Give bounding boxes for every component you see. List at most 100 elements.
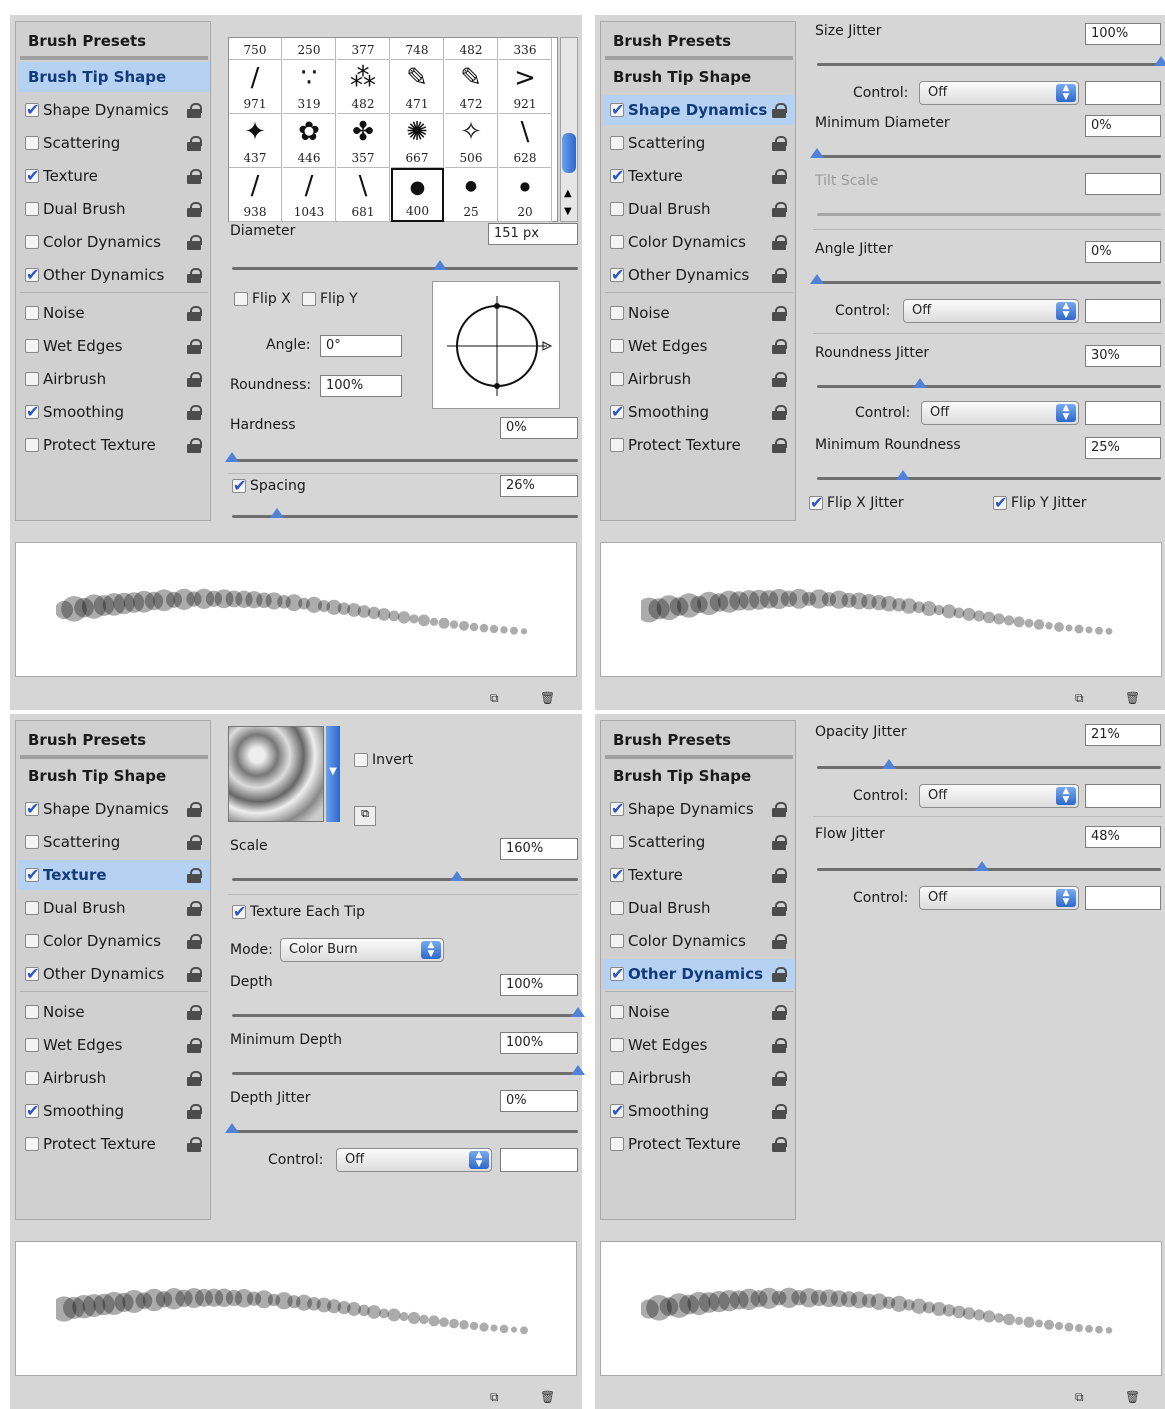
brush-tip-20[interactable]: ● 20 bbox=[499, 168, 552, 222]
checkbox[interactable] bbox=[25, 1038, 39, 1052]
lock-icon[interactable] bbox=[186, 305, 202, 321]
mode-dropdown[interactable]: Color Burn ▲ ▼ bbox=[280, 938, 444, 962]
sidebar-item-noise[interactable]: Noise bbox=[603, 298, 795, 328]
spacing-slider-thumb[interactable] bbox=[269, 508, 284, 518]
opacity-jitter-slider[interactable] bbox=[817, 759, 1161, 769]
sidebar-item-texture[interactable]: Texture bbox=[18, 161, 210, 191]
checkbox[interactable] bbox=[25, 1071, 39, 1085]
checkbox[interactable] bbox=[610, 100, 624, 119]
checkbox[interactable] bbox=[25, 1101, 39, 1120]
lock-icon[interactable] bbox=[771, 1103, 787, 1119]
trash-icon[interactable]: 🗑 bbox=[540, 691, 555, 705]
scale-slider-thumb[interactable] bbox=[449, 871, 464, 881]
lock-icon[interactable] bbox=[771, 834, 787, 850]
brush-tip-1043[interactable]: / 1043 bbox=[283, 168, 336, 222]
sidebar-item-wet-edges[interactable]: Wet Edges bbox=[18, 331, 210, 361]
spacing-checkbox[interactable]: Spacing bbox=[232, 476, 306, 495]
lock-icon[interactable] bbox=[186, 267, 202, 283]
checkbox[interactable] bbox=[610, 136, 624, 150]
sidebar-item-color-dynamics[interactable]: Color Dynamics bbox=[18, 926, 210, 956]
checkbox[interactable] bbox=[25, 166, 39, 185]
sidebar-item-airbrush[interactable]: Airbrush bbox=[18, 1063, 210, 1093]
min-roundness-slider-thumb[interactable] bbox=[896, 470, 910, 480]
scale-slider[interactable] bbox=[232, 871, 578, 881]
checkbox[interactable] bbox=[610, 1137, 624, 1151]
depth-control-dropdown[interactable]: Off ▲ ▼ bbox=[336, 1148, 492, 1172]
brush-tip-472[interactable]: ✎ 472 bbox=[445, 60, 498, 114]
angle-control-field[interactable] bbox=[1085, 299, 1161, 323]
checkbox[interactable] bbox=[610, 235, 624, 249]
sidebar-item-airbrush[interactable]: Airbrush bbox=[18, 364, 210, 394]
brush-tip-25[interactable]: ● 25 bbox=[445, 168, 498, 222]
sidebar-item-protect-texture[interactable]: Protect Texture bbox=[603, 430, 795, 460]
sidebar-item-scattering[interactable]: Scattering bbox=[603, 128, 795, 158]
depth-jitter-slider-thumb[interactable] bbox=[225, 1123, 239, 1133]
min-depth-slider[interactable] bbox=[232, 1065, 585, 1075]
sidebar-item-scattering[interactable]: Scattering bbox=[18, 128, 210, 158]
min-roundness-slider[interactable] bbox=[817, 470, 1161, 480]
lock-icon[interactable] bbox=[186, 404, 202, 420]
size-jitter-field[interactable]: 100% bbox=[1085, 23, 1161, 45]
size-control-dropdown[interactable]: Off ▲ ▼ bbox=[919, 81, 1079, 105]
texture-each-tip-checkbox[interactable]: Texture Each Tip bbox=[232, 902, 365, 921]
sidebar-item-brush-tip-shape[interactable]: Brush Tip Shape bbox=[603, 62, 795, 92]
brush-tip-971[interactable]: / 971 bbox=[229, 60, 282, 114]
sidebar-item-brush-tip-shape[interactable]: Brush Tip Shape bbox=[18, 761, 210, 791]
checkbox[interactable] bbox=[610, 799, 624, 818]
lock-icon[interactable] bbox=[771, 1136, 787, 1152]
angle-jitter-slider-thumb[interactable] bbox=[810, 274, 824, 284]
lock-icon[interactable] bbox=[186, 371, 202, 387]
sidebar-item-brush-presets[interactable]: Brush Presets bbox=[603, 26, 795, 56]
new-preset-icon[interactable]: ⧉ bbox=[490, 1390, 504, 1404]
lock-icon[interactable] bbox=[771, 135, 787, 151]
checkbox[interactable] bbox=[25, 901, 39, 915]
angle-jitter-slider[interactable] bbox=[810, 274, 1161, 284]
sidebar-item-smoothing[interactable]: Smoothing bbox=[603, 1096, 795, 1126]
checkbox[interactable] bbox=[25, 1137, 39, 1151]
brush-tip-471[interactable]: ✎ 471 bbox=[391, 60, 444, 114]
invert-checkbox[interactable]: Invert bbox=[354, 752, 413, 768]
opacity-control-dropdown[interactable]: Off ▲ ▼ bbox=[919, 784, 1079, 808]
sidebar-item-noise[interactable]: Noise bbox=[18, 298, 210, 328]
depth-control-field[interactable] bbox=[500, 1148, 578, 1172]
sidebar-item-dual-brush[interactable]: Dual Brush bbox=[603, 194, 795, 224]
brush-tip-628[interactable]: \ 628 bbox=[499, 114, 552, 168]
lock-icon[interactable] bbox=[186, 437, 202, 453]
brush-tip-250[interactable]: 250 bbox=[283, 38, 336, 60]
brush-tip-319[interactable]: ∵ 319 bbox=[283, 60, 336, 114]
brush-tip-667[interactable]: ✺ 667 bbox=[391, 114, 444, 168]
brush-tip-357[interactable]: ✤ 357 bbox=[337, 114, 390, 168]
checkbox[interactable] bbox=[25, 202, 39, 216]
min-depth-slider-thumb[interactable] bbox=[571, 1065, 585, 1075]
checkbox[interactable] bbox=[610, 964, 624, 983]
lock-icon[interactable] bbox=[771, 102, 787, 118]
lock-icon[interactable] bbox=[771, 1070, 787, 1086]
angle-field[interactable]: 0° bbox=[320, 335, 402, 357]
new-preset-icon[interactable]: ⧉ bbox=[490, 691, 504, 705]
sidebar-item-smoothing[interactable]: Smoothing bbox=[18, 397, 210, 427]
checkbox[interactable] bbox=[610, 202, 624, 216]
lock-icon[interactable] bbox=[186, 801, 202, 817]
opacity-jitter-field[interactable]: 21% bbox=[1085, 724, 1161, 746]
checkbox[interactable] bbox=[25, 235, 39, 249]
trash-icon[interactable]: 🗑 bbox=[1125, 1390, 1140, 1404]
texture-pattern-swatch[interactable] bbox=[228, 726, 324, 822]
lock-icon[interactable] bbox=[771, 867, 787, 883]
lock-icon[interactable] bbox=[771, 267, 787, 283]
checkbox[interactable] bbox=[610, 1038, 624, 1052]
brush-tip-921[interactable]: >921 bbox=[499, 60, 552, 114]
lock-icon[interactable] bbox=[771, 305, 787, 321]
trash-icon[interactable]: 🗑 bbox=[540, 1390, 555, 1404]
lock-icon[interactable] bbox=[186, 234, 202, 250]
flip-y-checkbox[interactable]: Flip Y bbox=[302, 291, 358, 307]
angle-jitter-field[interactable]: 0% bbox=[1085, 241, 1161, 263]
sidebar-item-wet-edges[interactable]: Wet Edges bbox=[603, 1030, 795, 1060]
roundness-control-field[interactable] bbox=[1085, 401, 1161, 425]
opacity-control-field[interactable] bbox=[1085, 784, 1161, 808]
lock-icon[interactable] bbox=[186, 1136, 202, 1152]
brush-tip-938[interactable]: / 938 bbox=[229, 168, 282, 222]
checkbox[interactable] bbox=[25, 265, 39, 284]
sidebar-item-brush-tip-shape[interactable]: Brush Tip Shape bbox=[603, 761, 795, 791]
checkbox[interactable] bbox=[25, 1005, 39, 1019]
tip-grid-scrollbar[interactable]: ▲ ▼ bbox=[560, 37, 578, 222]
